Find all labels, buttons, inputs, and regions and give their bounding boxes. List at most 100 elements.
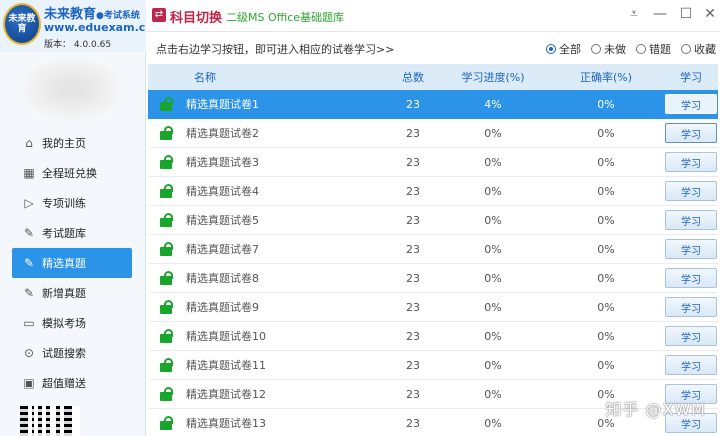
study-button[interactable]: 学习	[665, 355, 717, 375]
sidebar-item-label: 精选真题	[42, 257, 86, 270]
monitor-icon: ▭	[23, 316, 35, 330]
unlock-icon	[159, 184, 175, 198]
switch-icon[interactable]: ⇄	[152, 8, 166, 22]
table-row[interactable]: 精选真题试卷11 23 0% 0% 学习	[148, 351, 718, 380]
menu-dropdown-icon[interactable]: ⩡	[626, 6, 642, 22]
exam-name: 精选真题试卷3	[186, 156, 259, 169]
exam-total: 23	[406, 387, 420, 401]
filter-radio-3[interactable]: 收藏	[681, 41, 716, 57]
unlock-icon	[159, 416, 175, 430]
filter-radio-2[interactable]: 错题	[636, 41, 671, 57]
exam-total: 23	[406, 184, 420, 198]
exam-rate: 0%	[597, 184, 615, 198]
sidebar-item-label: 试题搜索	[42, 347, 86, 360]
radio-dot-icon	[546, 44, 556, 54]
exam-total: 23	[406, 300, 420, 314]
exam-total: 23	[406, 213, 420, 227]
col-total: 总数	[402, 71, 424, 84]
exam-rate: 0%	[597, 155, 615, 169]
current-subject: 二级MS Office基础题库	[226, 11, 345, 24]
radio-dot-icon	[636, 44, 646, 54]
watermark: 知乎 @XWM	[605, 400, 706, 419]
exam-progress: 0%	[484, 271, 502, 285]
home-icon: ⌂	[25, 136, 33, 150]
grid-icon: ▦	[23, 166, 35, 180]
filter-radio-1[interactable]: 未做	[591, 41, 626, 57]
unlock-icon	[159, 242, 175, 256]
unlock-icon	[159, 271, 175, 285]
unlock-icon	[159, 126, 175, 140]
filter-label: 收藏	[694, 43, 716, 56]
filter-radio-0[interactable]: 全部	[546, 41, 581, 57]
sidebar-item-1[interactable]: ▦ 全程班兑换	[0, 158, 146, 188]
minimize-icon[interactable]: —	[652, 6, 668, 22]
sidebar-item-6[interactable]: ▭ 模拟考场	[0, 308, 146, 338]
avatar[interactable]	[22, 58, 122, 120]
sidebar-item-4[interactable]: ✎ 精选真题	[12, 248, 132, 278]
unlock-icon	[159, 155, 175, 169]
logo: 未来教育	[3, 3, 41, 45]
close-icon[interactable]: ✕	[702, 6, 718, 22]
study-button[interactable]: 学习	[665, 297, 717, 317]
table-row[interactable]: 精选真题试卷3 23 0% 0% 学习	[148, 148, 718, 177]
exam-table: 名称 总数 学习进度(%) 正确率(%) 学习 精选真题试卷1 23 4% 0% 学习精…	[148, 64, 718, 436]
exam-progress: 0%	[484, 126, 502, 140]
exam-total: 23	[406, 97, 420, 111]
table-row[interactable]: 精选真题试卷1 23 4% 0% 学习	[148, 90, 718, 119]
unlock-icon	[159, 213, 175, 227]
unlock-icon	[159, 300, 175, 314]
version-label: 版本： 4.0.0.65	[44, 40, 112, 50]
sidebar-item-7[interactable]: ⊙ 试题搜索	[0, 338, 146, 368]
exam-total: 23	[406, 358, 420, 372]
study-button[interactable]: 学习	[665, 152, 717, 172]
brand-name: 未来教育●考试系统	[44, 7, 140, 22]
study-button[interactable]: 学习	[665, 181, 717, 201]
study-button[interactable]: 学习	[665, 268, 717, 288]
exam-progress: 0%	[484, 242, 502, 256]
brand-url: www.eduexam.cn	[44, 21, 154, 34]
unlock-icon	[159, 329, 175, 343]
table-row[interactable]: 精选真题试卷4 23 0% 0% 学习	[148, 177, 718, 206]
table-row[interactable]: 精选真题试卷7 23 0% 0% 学习	[148, 235, 718, 264]
table-row[interactable]: 精选真题试卷8 23 0% 0% 学习	[148, 264, 718, 293]
table-row[interactable]: 精选真题试卷2 23 0% 0% 学习	[148, 119, 718, 148]
exam-rate: 0%	[597, 213, 615, 227]
exam-name: 精选真题试卷10	[186, 330, 266, 343]
unlock-icon	[159, 358, 175, 372]
exam-total: 23	[406, 242, 420, 256]
study-button[interactable]: 学习	[665, 326, 717, 346]
pencil-icon: ✎	[23, 226, 35, 240]
gift-icon: ▣	[23, 376, 35, 390]
subject-switch-button[interactable]: 科目切换	[170, 7, 222, 26]
sidebar-item-label: 专项训练	[42, 197, 86, 210]
exam-name: 精选真题试卷7	[186, 243, 259, 256]
exam-rate: 0%	[597, 126, 615, 140]
table-row[interactable]: 精选真题试卷5 23 0% 0% 学习	[148, 206, 718, 235]
exam-progress: 4%	[484, 97, 502, 111]
exam-progress: 0%	[484, 416, 502, 430]
sidebar-item-label: 超值赠送	[42, 377, 86, 390]
sidebar-item-2[interactable]: ▷ 专项训练	[0, 188, 146, 218]
table-row[interactable]: 精选真题试卷9 23 0% 0% 学习	[148, 293, 718, 322]
maximize-icon[interactable]: ☐	[678, 6, 694, 22]
pencil-icon: ✎	[23, 256, 35, 270]
exam-name: 精选真题试卷9	[186, 301, 259, 314]
filter-label: 错题	[649, 43, 671, 56]
play-icon: ▷	[24, 196, 34, 210]
study-button[interactable]: 学习	[665, 94, 717, 114]
exam-progress: 0%	[484, 329, 502, 343]
study-button[interactable]: 学习	[665, 123, 717, 143]
qr-code	[20, 406, 80, 436]
sidebar: 未来教育 未来教育●考试系统 www.eduexam.cn 版本： 4.0.0.…	[0, 0, 153, 436]
study-button[interactable]: 学习	[665, 210, 717, 230]
filter-options: 全部 未做 错题 收藏	[546, 41, 716, 57]
sidebar-item-8[interactable]: ▣ 超值赠送	[0, 368, 146, 398]
study-button[interactable]: 学习	[665, 239, 717, 259]
sidebar-item-5[interactable]: ✎ 新增真题	[0, 278, 146, 308]
sidebar-item-0[interactable]: ⌂ 我的主页	[0, 128, 146, 158]
exam-progress: 0%	[484, 300, 502, 314]
sidebar-item-3[interactable]: ✎ 考试题库	[0, 218, 146, 248]
table-row[interactable]: 精选真题试卷10 23 0% 0% 学习	[148, 322, 718, 351]
radio-dot-icon	[681, 44, 691, 54]
sidebar-item-label: 我的主页	[42, 137, 86, 150]
